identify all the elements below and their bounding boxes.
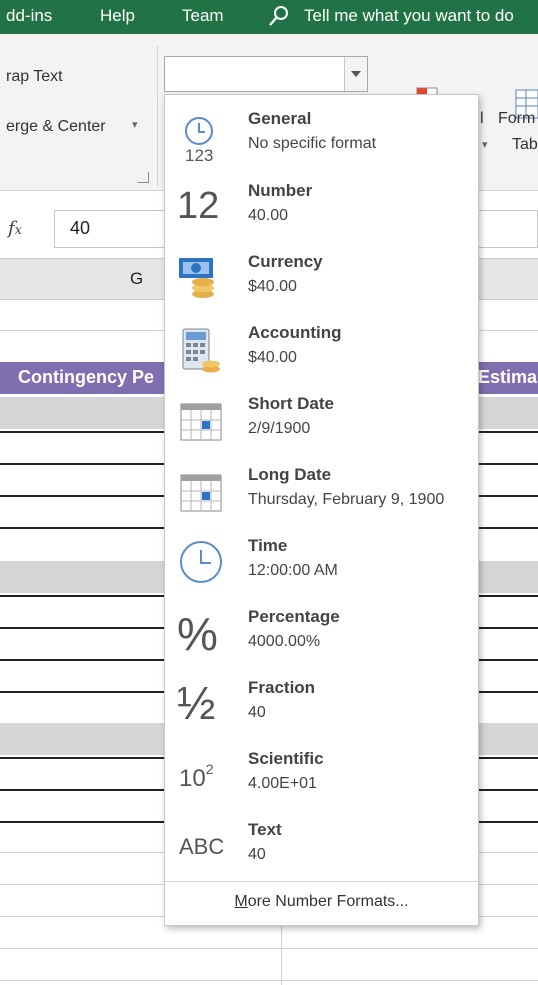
dialog-launcher-icon[interactable] [138, 172, 149, 183]
long-date-icon [180, 474, 222, 512]
menu-item-fraction[interactable]: ½ Fraction 40 [165, 676, 478, 746]
menu-item-title: Number [248, 181, 313, 200]
menu-item-title: Text [248, 820, 282, 839]
tab-team[interactable]: Team [182, 6, 224, 26]
menu-item-title: Time [248, 536, 288, 555]
short-date-icon [180, 403, 222, 441]
number-format-combo[interactable] [164, 56, 368, 92]
menu-item-sample: 4000.00% [248, 633, 321, 650]
number-format-menu: 123 General No specific format 12 Number… [164, 94, 479, 926]
number-icon: 12 [177, 185, 220, 227]
menu-item-title: Percentage [248, 607, 340, 626]
merge-center-button[interactable]: erge & Center [6, 118, 106, 136]
menu-item-number[interactable]: 12 Number 40.00 [165, 179, 478, 249]
scientific-icon: 102 [179, 761, 214, 793]
more-formats-label: ore Number Formats... [247, 893, 409, 910]
percentage-icon: % [177, 608, 218, 660]
general-icon: 123 [185, 117, 213, 163]
menu-item-sample: 40 [248, 846, 266, 863]
more-number-formats-link[interactable]: More Number Formats... [165, 893, 478, 911]
menu-item-scientific[interactable]: 102 Scientific 4.00E+01 [165, 747, 478, 817]
search-icon[interactable] [268, 5, 290, 27]
menu-item-title: Short Date [248, 394, 334, 413]
currency-icon [179, 258, 214, 298]
menu-item-title: Long Date [248, 465, 332, 484]
format-as-table-label: Form [498, 110, 536, 127]
menu-item-percentage[interactable]: % Percentage 4000.00% [165, 605, 478, 675]
group-divider [157, 46, 158, 186]
format-as-table-label-2: Tab [512, 136, 538, 153]
menu-item-text[interactable]: ABC Text 40 [165, 818, 478, 888]
wrap-text-button[interactable]: rap Text [6, 68, 63, 86]
tab-add-ins[interactable]: dd-ins [6, 6, 52, 26]
menu-item-short-date[interactable]: Short Date 2/9/1900 [165, 392, 478, 462]
menu-item-title: Scientific [248, 749, 324, 768]
menu-item-title: Currency [248, 252, 323, 271]
menu-item-sample: No specific format [248, 135, 377, 152]
menu-item-currency[interactable]: Currency $40.00 [165, 250, 478, 320]
tab-help[interactable]: Help [100, 6, 135, 26]
menu-item-sample: 40 [248, 704, 266, 721]
grid-line [0, 948, 538, 949]
more-formats-accelerator: M [234, 893, 248, 910]
menu-item-sample: Thursday, February 9, 1900 [248, 491, 445, 508]
chevron-down-icon[interactable]: ▾ [482, 138, 488, 151]
scientific-icon-exponent: 2 [205, 761, 214, 777]
menu-item-sample: 2/9/1900 [248, 420, 311, 437]
scientific-icon-base: 10 [179, 765, 206, 792]
ribbon-tab-bar: dd-ins Help Team Tell me what you want t… [0, 0, 538, 34]
formula-value: 40 [70, 218, 91, 238]
chevron-down-icon[interactable]: ▾ [132, 118, 138, 131]
header-cell-estimate[interactable]: Estima [478, 367, 537, 388]
fraction-icon: ½ [177, 677, 216, 729]
tell-me-box[interactable]: Tell me what you want to do [304, 6, 514, 26]
menu-item-time[interactable]: Time 12:00:00 AM [165, 534, 478, 604]
menu-item-sample: $40.00 [248, 278, 297, 295]
menu-item-sample: 12:00:00 AM [248, 562, 338, 579]
text-icon: ABC [179, 834, 225, 859]
menu-item-sample: $40.00 [248, 349, 297, 366]
menu-item-sample: 4.00E+01 [248, 775, 317, 792]
menu-divider [165, 881, 478, 882]
menu-item-general[interactable]: 123 General No specific format [165, 107, 478, 177]
insert-function-icon[interactable]: fx [8, 218, 22, 239]
menu-item-title: Accounting [248, 323, 342, 342]
header-cell-contingency[interactable]: Contingency Pe [18, 367, 154, 388]
grid-line [0, 980, 538, 981]
accounting-icon [182, 328, 220, 373]
time-icon [180, 541, 222, 583]
number-format-dropdown-button[interactable] [344, 57, 367, 91]
general-icon-glyph: 123 [185, 146, 213, 163]
menu-item-title: General [248, 109, 312, 128]
menu-item-title: Fraction [248, 678, 316, 697]
menu-item-accounting[interactable]: Accounting $40.00 [165, 321, 478, 391]
column-header-g[interactable]: G [130, 269, 143, 289]
menu-item-sample: 40.00 [248, 207, 289, 224]
conditional-formatting-label: l [480, 110, 484, 127]
menu-item-long-date[interactable]: Long Date Thursday, February 9, 1900 [165, 463, 478, 533]
